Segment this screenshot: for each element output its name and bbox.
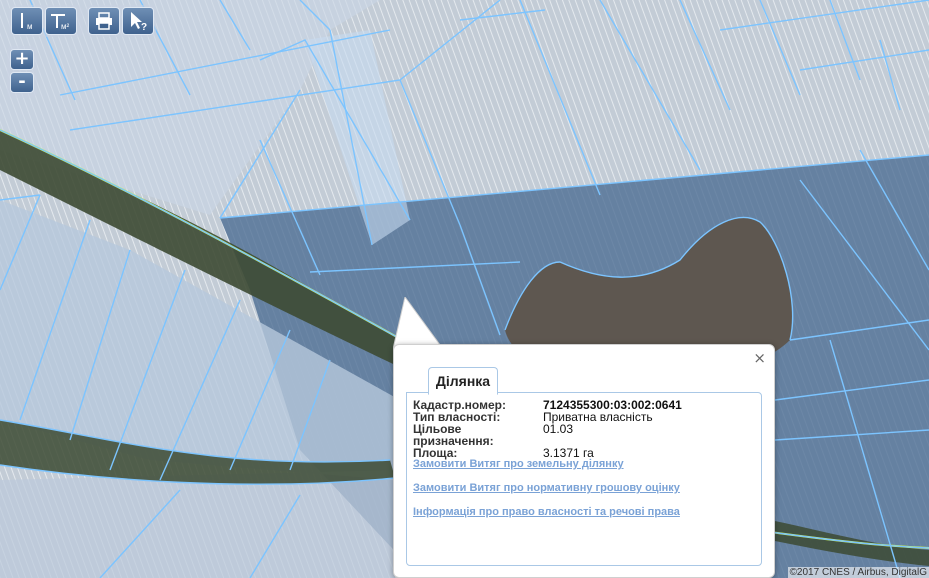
purpose-code: 01.03 xyxy=(543,422,574,436)
info-key: Цільове призначення: xyxy=(413,422,494,448)
measure-area-icon: м² xyxy=(51,14,70,31)
unit-label: м xyxy=(27,22,33,31)
misc-toolbar: ? xyxy=(86,5,156,37)
tab-parcel[interactable]: Ділянка xyxy=(428,367,498,395)
zoom-in-button[interactable]: + xyxy=(10,49,34,70)
zoom-control: + - xyxy=(7,46,37,98)
parcel-info-panel: Кадастр.номер: 7124355300:03:002:0641 Ти… xyxy=(406,392,762,566)
measure-length-icon: м xyxy=(21,13,33,31)
measure-length-button[interactable]: м xyxy=(11,7,43,35)
unit-label: м² xyxy=(61,22,70,31)
order-valuation-extract-link[interactable]: Замовити Витяг про нормативну грошову оц… xyxy=(413,482,680,494)
zoom-out-button[interactable]: - xyxy=(10,72,34,93)
parcel-popup: × Ділянка Кадастр.номер: 7124355300:03:0… xyxy=(393,344,775,578)
identify-button[interactable]: ? xyxy=(122,7,154,35)
close-icon[interactable]: × xyxy=(753,350,766,366)
parcel-info-table: Кадастр.номер: 7124355300:03:002:0641 Ти… xyxy=(413,399,682,459)
svg-text:?: ? xyxy=(141,22,147,32)
printer-icon xyxy=(96,12,112,30)
measure-toolbar: м м² xyxy=(9,5,83,37)
parcel-light xyxy=(0,470,395,578)
order-land-extract-link[interactable]: Замовити Витяг про земельну ділянку xyxy=(413,458,624,470)
popup-pointer xyxy=(393,297,444,349)
map-attribution: ©2017 CNES / Airbus, DigitalG xyxy=(787,567,929,578)
print-button[interactable] xyxy=(88,7,120,35)
ownership-info-link[interactable]: Інформація про право власності та речові… xyxy=(413,506,680,518)
cursor-help-icon: ? xyxy=(131,12,147,32)
info-row-purpose: Цільове призначення: 01.03 xyxy=(413,423,682,447)
measure-area-button[interactable]: м² xyxy=(45,7,77,35)
